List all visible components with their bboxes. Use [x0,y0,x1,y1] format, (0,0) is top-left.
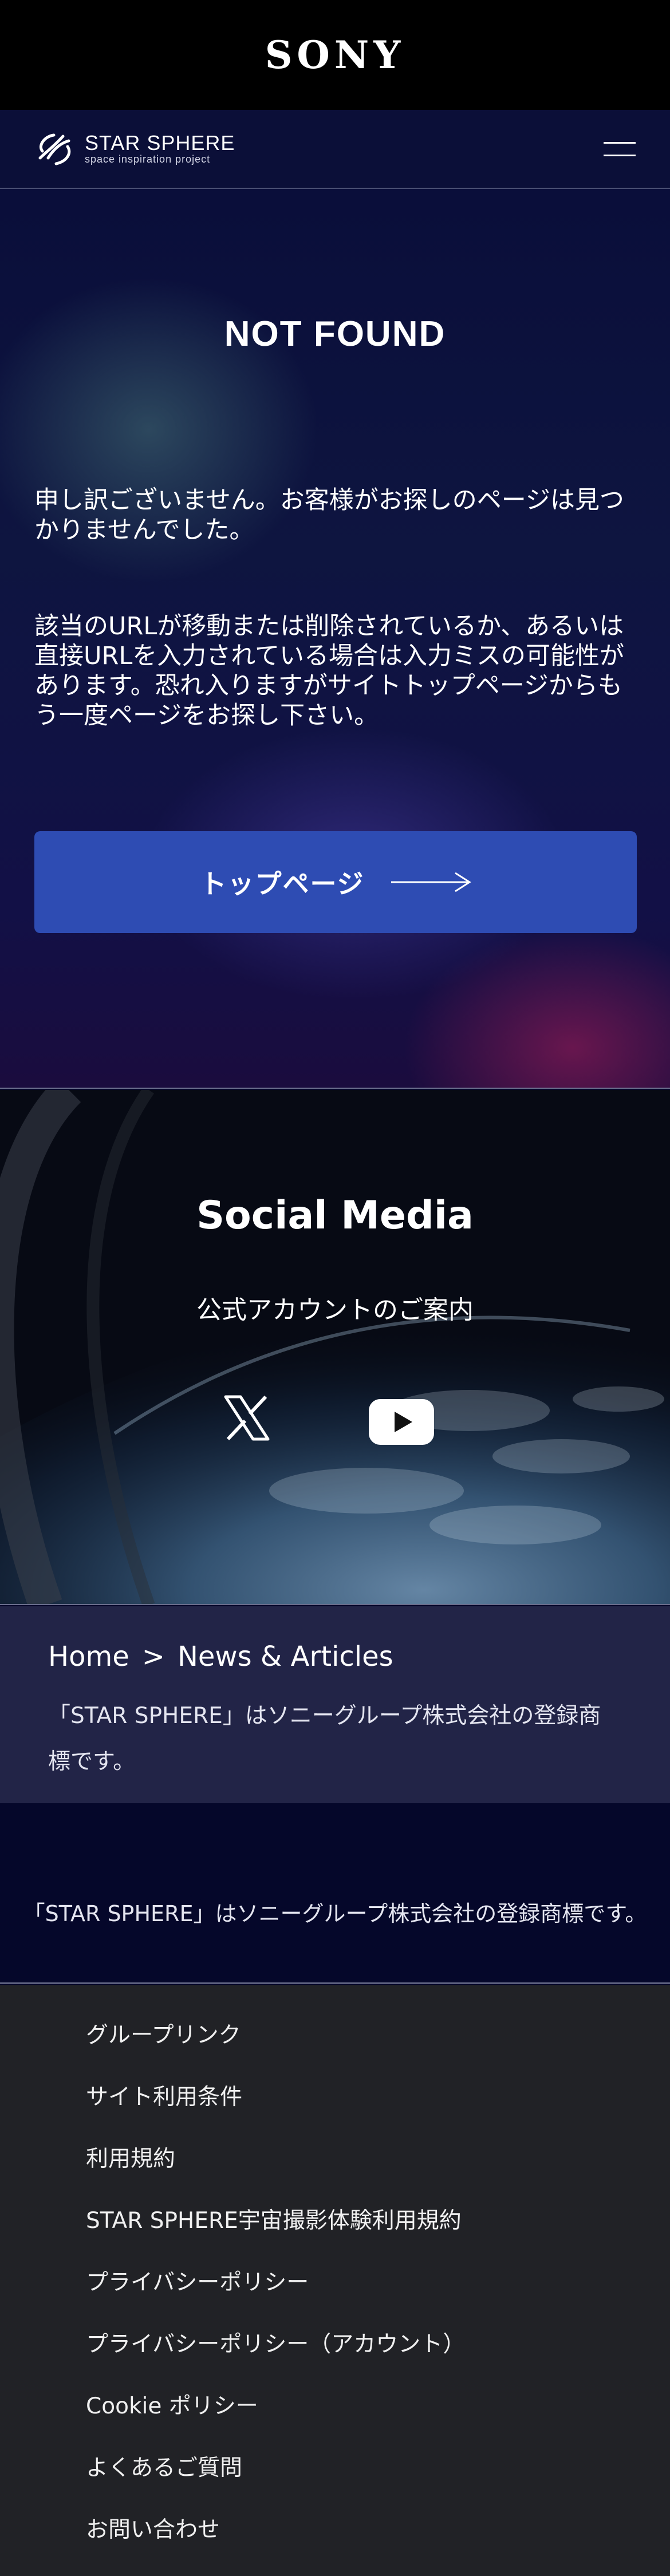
arrow-right-icon [391,872,471,892]
earth-background-image [0,1090,670,1604]
top-page-button-label: トップページ [200,868,365,899]
footer-link-group[interactable]: グループリンク [86,2017,670,2079]
footer-link-faq[interactable]: よくあるご質問 [86,2450,670,2512]
star-sphere-logo-icon [38,133,71,165]
trademark-text: 「STAR SPHERE」はソニーグループ株式会社の登録商標です。 [23,1901,647,1926]
footer-link-privacy-account[interactable]: プライバシーポリシー（アカウント） [86,2326,670,2388]
breadcrumb-home-link[interactable]: Home [48,1641,129,1673]
brand-logo[interactable]: STAR SPHERE space inspiration project [34,128,235,169]
footer-link-space-photo-terms[interactable]: STAR SPHERE宇宙撮影体験利用規約 [86,2203,670,2265]
x-link[interactable] [223,1394,270,1441]
error-detail: 該当のURLが移動または削除されているか、あるいは直接URLを入力されている場合… [34,612,625,730]
footer: グループリンク サイト利用条件 利用規約 STAR SPHERE宇宙撮影体験利用… [0,1985,670,2576]
footer-link-terms-of-use[interactable]: 利用規約 [86,2141,670,2203]
top-page-button[interactable]: トップページ [34,831,637,933]
brand-tagline: space inspiration project [85,153,211,165]
breadcrumb-section: Home > News & Articles 「STAR SPHERE」はソニー… [0,1606,670,1803]
x-icon [224,1395,270,1441]
footer-link-site-terms[interactable]: サイト利用条件 [86,2079,670,2141]
youtube-icon [369,1399,434,1445]
social-media-subtitle: 公式アカウントのご案内 [196,1295,474,1325]
youtube-link[interactable] [369,1399,434,1445]
footer-link-cookie[interactable]: Cookie ポリシー [86,2388,670,2450]
breadcrumb-separator: > [141,1641,165,1673]
menu-icon[interactable] [604,137,636,160]
site-header: STAR SPHERE space inspiration project [0,110,670,189]
brand-name: STAR SPHERE [85,131,235,155]
trademark-note: 「STAR SPHERE」はソニーグループ株式会社の登録商標です。 [48,1703,601,1775]
sony-logo[interactable]: SONY [265,33,405,77]
social-media-title: Social Media [196,1193,474,1238]
footer-link-contact[interactable]: お問い合わせ [86,2512,670,2574]
page-title: NOT FOUND [224,314,446,354]
sony-bar: SONY [0,0,670,110]
breadcrumb-current[interactable]: News & Articles [178,1641,393,1673]
footer-link-privacy[interactable]: プライバシーポリシー [86,2265,670,2326]
not-found-section: NOT FOUND 申し訳ございません。お客様がお探しのページは見つかりませんで… [0,189,670,1089]
social-media-section: Social Media 公式アカウントのご案内 [0,1090,670,1605]
breadcrumb: Home > News & Articles [48,1641,622,1673]
trademark-section: 「STAR SPHERE」はソニーグループ株式会社の登録商標です。 [0,1803,670,1984]
error-message: 申し訳ございません。お客様がお探しのページは見つかりませんでした。 [34,486,624,544]
